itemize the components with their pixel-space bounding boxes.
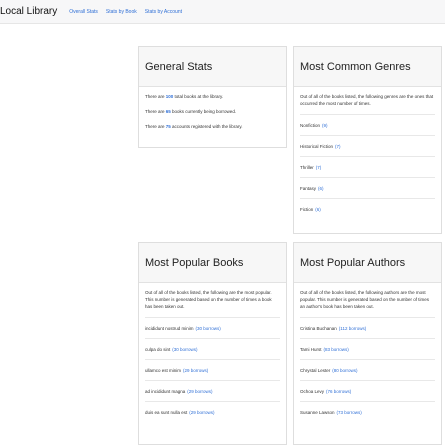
list-item: Fantasy (6) [300,177,435,198]
general-stats-card: General Stats There are 100 total books … [138,46,287,148]
card-header: General Stats [139,47,286,87]
list-item: Cristina Buchanan (112 borrows) [300,317,435,338]
list-item: Nonfiction (9) [300,114,435,135]
popular-authors-description: Out of all of the books listed, the foll… [300,290,429,309]
nav-link-overall-stats[interactable]: Overall Stats [69,9,98,15]
list-item: ullamco est minim (29 borrows) [145,359,280,380]
list-item: Chrystal Lester (80 borrows) [300,359,435,380]
list-item: Tami Hurst (83 borrows) [300,338,435,359]
nav-link-stats-by-account[interactable]: Stats by Account [145,9,182,15]
general-stats-title: General Stats [145,60,213,73]
brand-title[interactable]: Local Library [0,6,57,17]
nav-link-stats-by-book[interactable]: Stats by Book [106,9,137,15]
card-header: Most Popular Books [139,243,286,283]
popular-books-card: Most Popular Books Out of all of the boo… [138,242,287,445]
accounts-stat: There are 75 accounts registered with th… [145,124,243,129]
common-genres-card: Most Common Genres Out of all of the boo… [293,46,442,234]
list-item: Historical Fiction (7) [300,135,435,156]
borrowed-books-stat: There are 65 books currently being borro… [145,109,237,114]
list-item: Ochoa Levy (76 borrows) [300,380,435,401]
popular-books-description: Out of all of the books listed, the foll… [145,290,272,309]
top-navbar: Local Library Overall Stats Stats by Boo… [0,0,445,24]
list-item: incididunt nostrud minim (30 borrows) [145,317,280,338]
card-header: Most Common Genres [294,47,441,87]
common-genres-description: Out of all of the books listed, the foll… [300,94,434,106]
total-books-stat: There are 100 total books at the library… [145,94,224,99]
popular-books-title: Most Popular Books [145,256,244,269]
list-item: duis ea sunt nulla est (29 borrows) [145,401,280,422]
popular-authors-title: Most Popular Authors [300,256,406,269]
common-genres-title: Most Common Genres [300,60,411,73]
list-item: culpa do sint (30 borrows) [145,338,280,359]
popular-authors-card: Most Popular Authors Out of all of the b… [293,242,442,445]
list-item: Fiction (6) [300,198,435,219]
list-item: ad incididunt magna (29 borrows) [145,380,280,401]
list-item: Thriller (7) [300,156,435,177]
list-item: Susanne Lawson (73 borrows) [300,401,435,422]
card-header: Most Popular Authors [294,243,441,283]
